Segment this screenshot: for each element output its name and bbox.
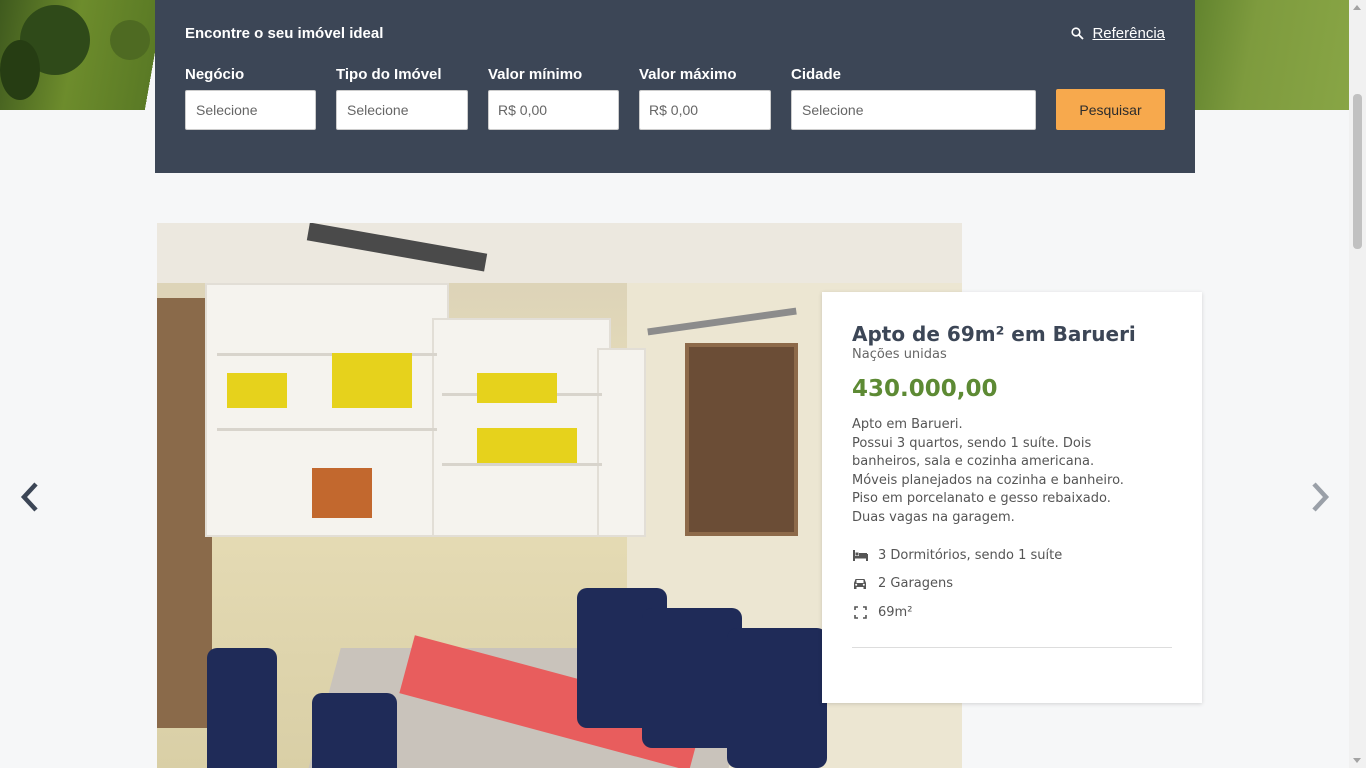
carousel-prev-button[interactable] [15,480,45,514]
description-line: Piso em porcelanato e gesso rebaixado. [852,491,1111,506]
description-line: Duas vagas na garagem. [852,509,1015,525]
property-features: 3 Dormitórios, sendo 1 suíte 2 Garagens … [852,541,1172,627]
scroll-down-arrow[interactable] [1353,758,1361,763]
chevron-right-icon [1312,482,1330,512]
min-value-input[interactable]: R$ 0,00 [488,90,619,130]
property-title[interactable]: Apto de 69m² em Barueri [852,322,1172,346]
expand-icon [852,605,868,619]
search-panel: Encontre o seu imóvel ideal Referência N… [155,0,1195,173]
feature-label: 3 Dormitórios, sendo 1 suíte [878,547,1063,563]
business-label: Negócio [185,66,245,83]
scrollbar[interactable] [1349,0,1366,768]
chevron-left-icon [20,482,38,512]
scroll-thumb[interactable] [1353,94,1362,249]
property-type-label: Tipo do Imóvel [336,66,442,83]
search-icon [1071,27,1085,40]
bed-icon [852,548,868,562]
feature-garages: 2 Garagens [852,570,1172,599]
city-label: Cidade [791,66,842,83]
max-value-input[interactable]: R$ 0,00 [639,90,771,130]
feature-label: 69m² [878,604,913,620]
scroll-up-arrow[interactable] [1353,5,1361,10]
property-card[interactable]: Apto de 69m² em Barueri Nações unidas 43… [822,292,1202,703]
feature-bedrooms: 3 Dormitórios, sendo 1 suíte [852,541,1172,570]
property-description: Apto em Barueri. Possui 3 quartos, sendo… [852,416,1172,527]
max-value-label: Valor máximo [639,66,737,83]
property-price: 430.000,00 [852,376,998,402]
property-type-select[interactable]: Selecione [336,90,468,130]
description-line: Possui 3 quartos, sendo 1 suíte. Dois [852,435,1092,451]
feature-area: 69m² [852,598,1172,627]
description-line: banheiros, sala e cozinha americana. [852,454,1095,469]
card-divider [852,647,1172,648]
description-line: Móveis planejados na cozinha e banheiro. [852,472,1124,488]
property-neighborhood: Nações unidas [852,347,947,362]
feature-label: 2 Garagens [878,576,954,592]
reference-label: Referência [1092,25,1165,42]
car-icon [852,577,868,591]
search-button[interactable]: Pesquisar [1056,89,1165,130]
reference-link[interactable]: Referência [1071,25,1165,42]
min-value-label: Valor mínimo [488,66,583,83]
search-title: Encontre o seu imóvel ideal [185,25,384,42]
city-select[interactable]: Selecione [791,90,1036,130]
carousel-next-button[interactable] [1305,480,1335,514]
business-select[interactable]: Selecione [185,90,316,130]
description-line: Apto em Barueri. [852,417,963,432]
